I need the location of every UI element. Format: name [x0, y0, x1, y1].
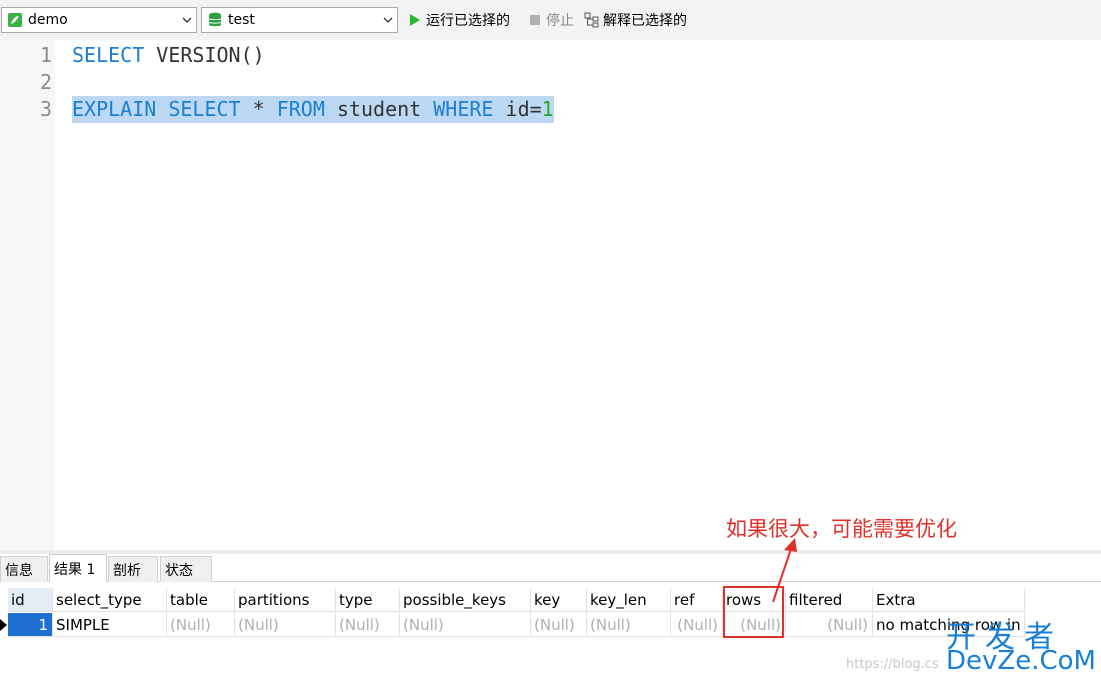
column-header-possible-keys[interactable]: possible_keys — [400, 588, 531, 612]
connection-value: demo — [28, 12, 68, 28]
watermark-url: https://blog.cs — [846, 657, 939, 672]
annotation-highlight-box — [723, 586, 784, 638]
database-select[interactable]: test — [201, 7, 398, 33]
code-token-keyword: EXPLAIN — [72, 97, 157, 121]
watermark-logo-bottom: DevZe.CoM — [946, 646, 1096, 676]
column-header-id[interactable]: id — [8, 588, 53, 612]
run-selected-button[interactable]: 运行已选择的 — [407, 8, 510, 32]
line-number: 1 — [39, 43, 52, 67]
column-header-table[interactable]: table — [167, 588, 235, 612]
column-header-select-type[interactable]: select_type — [53, 588, 167, 612]
tab-info[interactable]: 信息 — [0, 556, 48, 582]
column-header-key-len[interactable]: key_len — [587, 588, 671, 612]
cell-key[interactable]: (Null) — [531, 613, 587, 637]
code-token-keyword: WHERE — [433, 97, 494, 121]
code-token-keyword: FROM — [276, 97, 325, 121]
current-row-indicator — [0, 619, 7, 631]
code-token-plain: student — [324, 97, 434, 121]
toolbar: demo test 运行已选择的 停止 解释已选择的 — [0, 0, 1101, 40]
chevron-down-icon — [379, 8, 397, 32]
column-header-ref[interactable]: ref — [671, 588, 723, 612]
line-number-gutter: 1 2 3 — [0, 40, 55, 550]
column-header-key[interactable]: key — [531, 588, 587, 612]
cell-key-len[interactable]: (Null) — [587, 613, 671, 637]
column-header-partitions[interactable]: partitions — [235, 588, 336, 612]
code-token-plain: * — [240, 97, 277, 121]
tab-status[interactable]: 状态 — [160, 556, 212, 582]
code-token-plain: id= — [493, 97, 542, 121]
sql-editor[interactable]: 1 2 3 SELECT VERSION() EXPLAIN SELECT * … — [0, 40, 1101, 550]
stop-button[interactable]: 停止 — [527, 8, 574, 32]
line-number: 3 — [39, 97, 52, 121]
code-token-keyword: SELECT — [168, 97, 241, 121]
run-selected-label: 运行已选择的 — [426, 13, 510, 29]
explain-icon — [584, 12, 600, 28]
code-token-number: 1 — [541, 97, 554, 121]
code-line-selected[interactable]: EXPLAIN SELECT * FROM student WHERE id=1 — [72, 96, 554, 123]
cell-filtered[interactable]: (Null) — [786, 613, 873, 637]
tab-profile[interactable]: 剖析 — [108, 556, 158, 582]
database-value: test — [228, 12, 255, 28]
column-header-type[interactable]: type — [336, 588, 400, 612]
chevron-down-icon — [178, 8, 196, 32]
explain-selected-label: 解释已选择的 — [603, 13, 687, 29]
line-number: 2 — [39, 70, 52, 94]
connection-select[interactable]: demo — [1, 7, 197, 33]
cell-table[interactable]: (Null) — [167, 613, 235, 637]
result-tab-bar: 信息 结果 1 剖析 状态 — [0, 554, 1101, 582]
stop-icon — [527, 12, 543, 28]
play-icon — [407, 12, 423, 28]
code-line[interactable]: SELECT VERSION() — [72, 42, 265, 69]
stop-label: 停止 — [546, 13, 574, 29]
cell-ref[interactable]: (Null) — [671, 613, 723, 637]
code-token-keyword: SELECT — [72, 43, 145, 67]
cell-type[interactable]: (Null) — [336, 613, 400, 637]
cell-id[interactable]: 1 — [8, 613, 53, 637]
column-header-extra[interactable]: Extra — [873, 588, 1025, 612]
cell-select-type[interactable]: SIMPLE — [53, 613, 167, 637]
code-token-plain: VERSION() — [144, 43, 265, 67]
database-icon — [206, 11, 224, 29]
connection-icon — [6, 11, 24, 29]
cell-possible-keys[interactable]: (Null) — [400, 613, 531, 637]
cell-partitions[interactable]: (Null) — [235, 613, 336, 637]
tab-result-1[interactable]: 结果 1 — [49, 554, 107, 582]
explain-selected-button[interactable]: 解释已选择的 — [584, 8, 687, 32]
